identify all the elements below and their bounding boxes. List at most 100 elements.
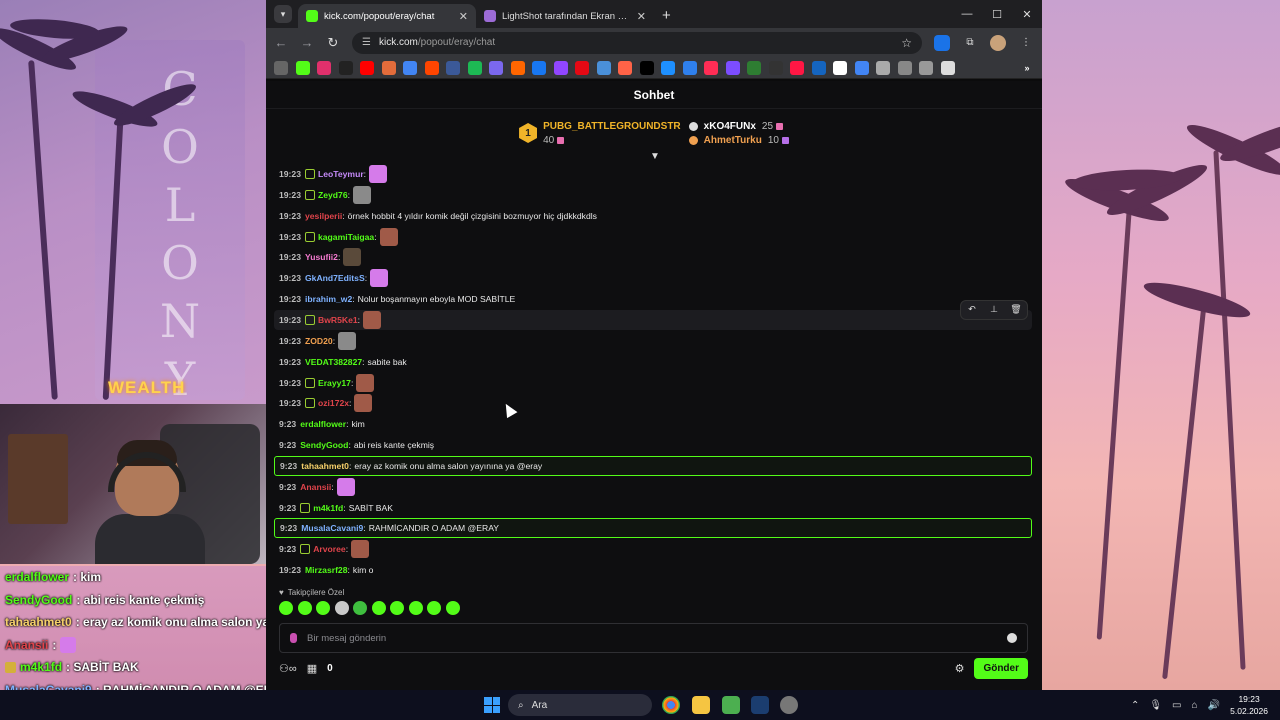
steam-icon[interactable] xyxy=(751,696,769,714)
emote-image[interactable] xyxy=(343,248,362,267)
send-button[interactable]: Gönder xyxy=(974,657,1028,679)
app-icon[interactable] xyxy=(780,696,798,714)
tab-lightshot[interactable]: LightShot tarafından Ekran Görüntüsü ✕ xyxy=(476,4,654,28)
chat-message[interactable]: 19:23 yesilperii: örnek hobbit 4 yıldır ko… xyxy=(274,206,1032,226)
chat-message[interactable]: 19:23 ibrahim_w2: Nolur boşanmayın eboyla … xyxy=(274,289,1032,309)
bookmark-favicon-icon[interactable] xyxy=(532,60,546,75)
message-username[interactable]: Mirzasrf28 xyxy=(305,565,348,575)
tab-kick-chat[interactable]: kick.com/popout/eray/chat ✕ xyxy=(298,4,476,28)
bookmark-favicon-icon[interactable] xyxy=(510,60,525,75)
more-bookmarks-icon[interactable]: » xyxy=(1020,61,1034,75)
chat-message[interactable]: 9:23 Arvoree: xyxy=(274,539,1032,559)
forward-icon[interactable]: → xyxy=(300,35,314,50)
emote-image[interactable] xyxy=(363,310,382,329)
bookmark-favicon-icon[interactable] xyxy=(596,60,611,75)
tab-search-button[interactable]: ▾ xyxy=(274,5,292,23)
bookmark-favicon-icon[interactable] xyxy=(338,60,353,75)
emote-image[interactable] xyxy=(336,477,355,496)
quick-emote-icon[interactable] xyxy=(316,601,330,615)
bookmark-favicon-icon[interactable] xyxy=(854,60,869,75)
message-username[interactable]: erdalflower xyxy=(300,419,346,429)
subscriber-badge-icon[interactable] xyxy=(300,544,311,555)
start-windows-icon[interactable] xyxy=(484,697,500,713)
quick-emote-icon[interactable] xyxy=(353,601,367,615)
leaderboard-first[interactable]: 1 PUBG_BATTLEGROUNDSTR 40 xyxy=(519,121,681,146)
bookmark-favicon-icon[interactable] xyxy=(553,60,568,75)
message-username[interactable]: SendyGood xyxy=(300,440,348,450)
bookmark-favicon-icon[interactable] xyxy=(424,60,439,75)
message-username[interactable]: BwR5Ke1 xyxy=(318,315,358,325)
message-username[interactable]: yesilperii xyxy=(305,211,342,221)
bookmark-favicon-icon[interactable] xyxy=(403,60,417,75)
bookmark-favicon-icon[interactable] xyxy=(274,60,288,75)
volume-icon[interactable]: 🔊 xyxy=(1208,700,1220,711)
leaderboard-second[interactable]: xKO4FUNx 25 xyxy=(688,121,789,132)
bookmark-favicon-icon[interactable] xyxy=(467,60,482,75)
chevron-up-icon[interactable]: ⌃ xyxy=(1131,700,1139,711)
bookmark-favicon-icon[interactable] xyxy=(811,60,826,75)
quick-emote-icon[interactable] xyxy=(371,601,386,615)
bookmark-favicon-icon[interactable] xyxy=(446,60,460,75)
message-username[interactable]: MusalaCavani9 xyxy=(301,523,363,533)
collapse-leaderboard-icon[interactable]: ▼ xyxy=(650,151,660,162)
leaderboard-third[interactable]: AhmetTurku 10 xyxy=(688,135,789,146)
chat-message[interactable]: 19:23 ozi172x: xyxy=(274,393,1032,413)
chat-message[interactable]: 19:23 Zeyd76: xyxy=(274,185,1032,205)
message-username[interactable]: ibrahim_w2 xyxy=(305,294,352,304)
emote-image[interactable] xyxy=(369,165,388,183)
site-info-icon[interactable]: ☰ xyxy=(362,37,371,48)
emoji-picker-icon[interactable] xyxy=(1007,633,1017,643)
pin-icon[interactable]: ⊥ xyxy=(983,301,1005,319)
system-clock[interactable]: 19:23 5.02.2026 xyxy=(1230,693,1268,717)
subscriber-badge-icon[interactable] xyxy=(304,231,315,242)
bookmark-favicon-icon[interactable] xyxy=(725,60,740,75)
bookmark-favicon-icon[interactable] xyxy=(940,60,955,75)
chat-message[interactable]: 19:23 BwR5Ke1: ↶ ⊥ 🗑 xyxy=(274,299,1032,330)
chat-message[interactable]: 19:23 Erayy17: xyxy=(274,373,1032,393)
emote-image[interactable] xyxy=(353,185,371,204)
quick-emote-icon[interactable] xyxy=(297,601,312,615)
message-username[interactable]: Zeyd76 xyxy=(318,190,348,200)
emote-image[interactable] xyxy=(351,540,370,559)
profile-avatar[interactable] xyxy=(990,34,1006,51)
subscriber-badge-icon[interactable] xyxy=(304,314,315,325)
quick-emote-icon[interactable] xyxy=(334,601,349,615)
subscriber-badge-icon[interactable] xyxy=(304,189,315,200)
microphone-tray-icon[interactable]: 🎙 xyxy=(1149,700,1162,711)
chat-input[interactable]: Bir mesaj gönderin xyxy=(279,623,1028,653)
bookmark-favicon-icon[interactable] xyxy=(747,60,761,75)
bookmark-favicon-icon[interactable] xyxy=(682,60,697,75)
bookmark-favicon-icon[interactable] xyxy=(768,60,783,75)
new-tab-icon[interactable]: + xyxy=(662,7,671,24)
bookmark-favicon-icon[interactable] xyxy=(360,60,374,75)
chat-message[interactable]: 9:23 m4k1fd: SABİT BAK xyxy=(274,498,1032,518)
display-icon[interactable]: ▭ xyxy=(1172,700,1181,711)
message-username[interactable]: Erayy17 xyxy=(318,378,351,388)
chat-message[interactable]: 9:23 MusalaCavani9: RAHMİCANDIR O ADAM @ER… xyxy=(274,518,1032,539)
delete-icon[interactable]: 🗑 xyxy=(1005,301,1027,319)
bookmark-favicon-icon[interactable] xyxy=(919,60,933,75)
subscriber-badge-icon[interactable] xyxy=(304,398,315,409)
quick-emote-icon[interactable] xyxy=(390,601,404,615)
browser-menu-icon[interactable]: ⋮ xyxy=(1018,35,1034,51)
bookmark-favicon-icon[interactable] xyxy=(704,60,718,75)
emote-image[interactable] xyxy=(356,373,375,392)
bookmark-favicon-icon[interactable] xyxy=(661,60,675,75)
quick-emote-icon[interactable] xyxy=(427,601,441,615)
reload-icon[interactable]: ↻ xyxy=(326,35,340,51)
message-username[interactable]: ozi172x xyxy=(318,398,349,408)
app-icon[interactable] xyxy=(722,696,740,714)
bookmark-favicon-icon[interactable] xyxy=(897,60,912,75)
chrome-app-icon[interactable] xyxy=(662,696,680,714)
chat-message[interactable]: 19:23 GkAnd7EditsS: xyxy=(274,268,1032,288)
subscriber-badge-icon[interactable] xyxy=(304,169,315,179)
bookmark-favicon-icon[interactable] xyxy=(381,60,396,75)
quick-emote-icon[interactable] xyxy=(279,601,293,615)
message-username[interactable]: GkAnd7EditsS xyxy=(305,273,365,283)
maximize-icon[interactable]: ☐ xyxy=(982,0,1012,28)
bookmark-favicon-icon[interactable] xyxy=(618,60,632,75)
subscriber-badge-icon[interactable] xyxy=(304,377,315,388)
chat-message[interactable]: 9:23 SendyGood: abi reis kante çekmiş xyxy=(274,435,1032,455)
bookmark-star-icon[interactable]: ☆ xyxy=(901,36,912,50)
emote-image[interactable] xyxy=(370,269,389,288)
